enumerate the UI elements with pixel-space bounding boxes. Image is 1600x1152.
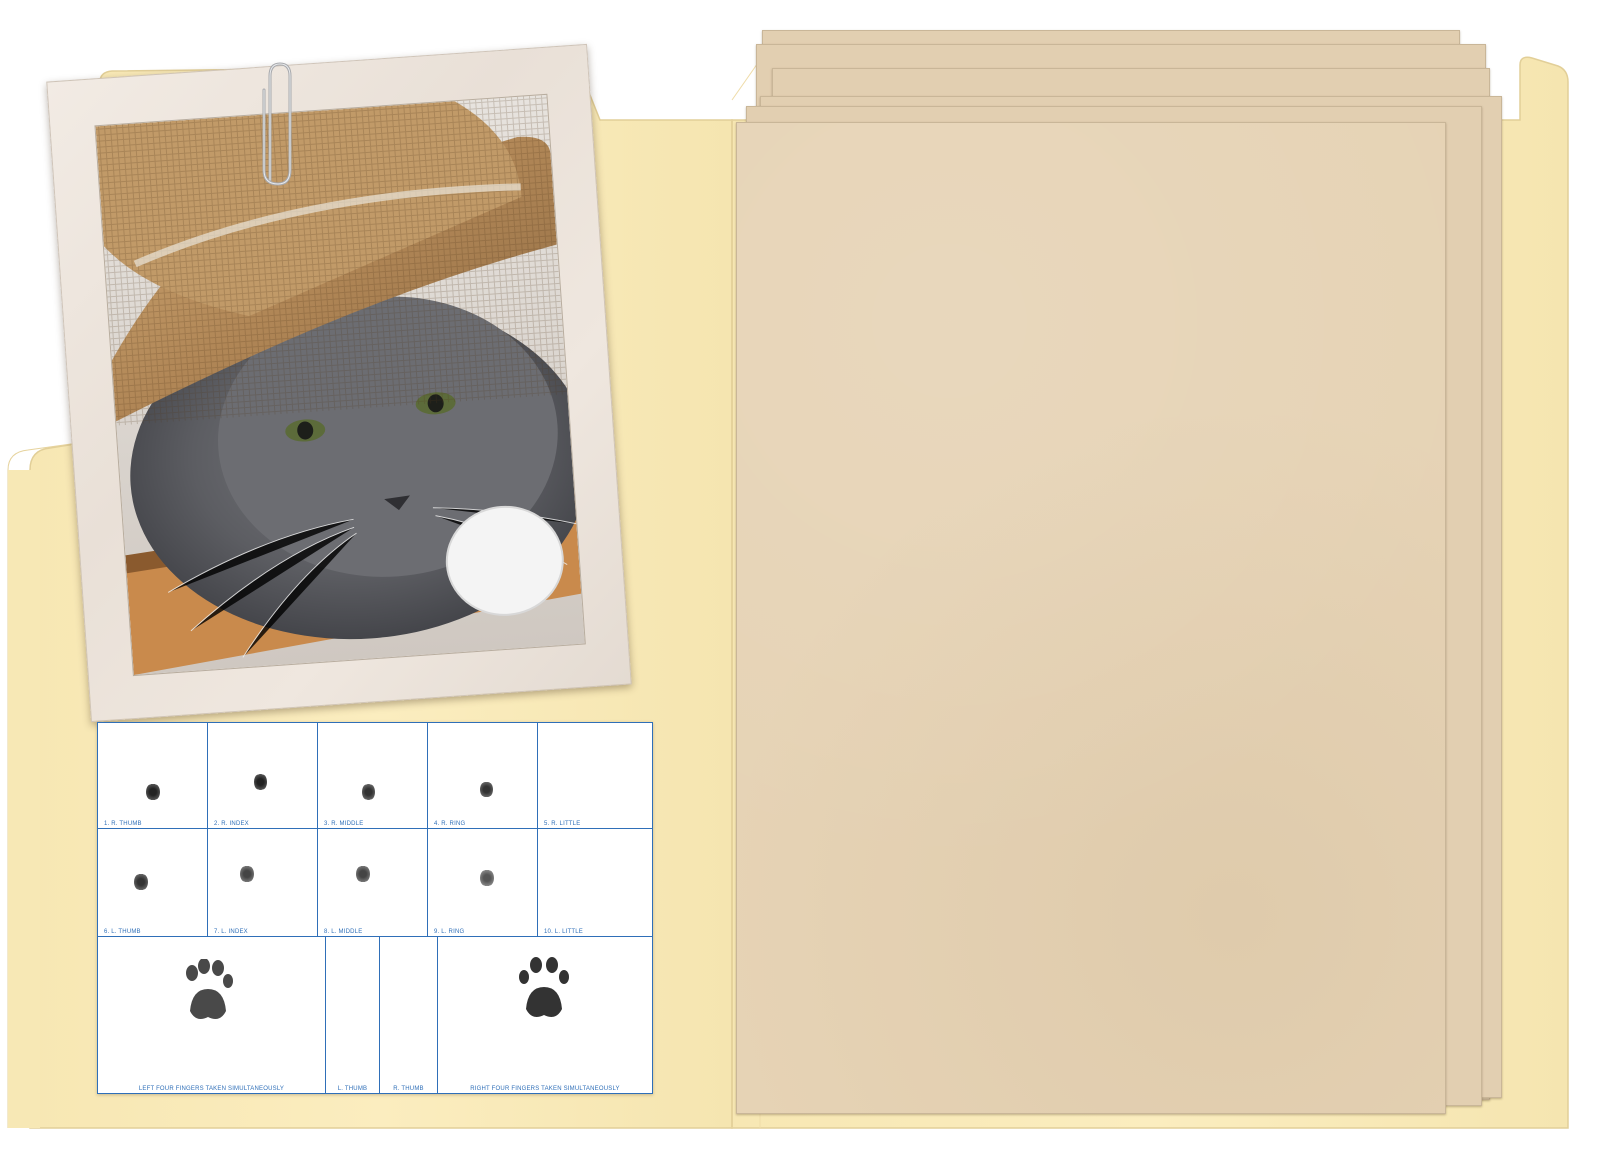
cell-label: R. THUMB <box>393 1086 424 1092</box>
cat-photo <box>94 93 586 677</box>
fingerprint-mark <box>254 773 267 791</box>
cell-label: 10. L. LITTLE <box>544 929 583 935</box>
fingerprint-cell-r-little: 5. R. LITTLE <box>538 723 652 829</box>
fingerprint-card: 1. R. THUMB 2. R. INDEX 3. R. MIDDLE 4. … <box>97 722 653 1094</box>
cell-label: 5. R. LITTLE <box>544 821 581 827</box>
cell-label: L. THUMB <box>337 1086 368 1092</box>
fingerprint-cell-r-thumb: 1. R. THUMB <box>98 723 208 829</box>
cell-label: 7. L. INDEX <box>214 929 248 935</box>
fingerprint-cell-l-ring: 9. L. RING <box>428 829 538 937</box>
cell-label: 3. R. MIDDLE <box>324 821 364 827</box>
paw-print-icon <box>519 957 569 1017</box>
cell-label: 8. L. MIDDLE <box>324 929 363 935</box>
fingerprint-mark <box>362 783 375 801</box>
cat-photo-polaroid <box>46 43 632 723</box>
cell-label: 2. R. INDEX <box>214 821 249 827</box>
fingerprint-mark <box>480 869 494 887</box>
fingerprint-mark <box>146 783 160 801</box>
paper-sheet-top <box>736 122 1446 1114</box>
cell-label: LEFT FOUR FINGERS TAKEN SIMULTANEOUSLY <box>138 1086 285 1092</box>
fingerprint-cell-l-little: 10. L. LITTLE <box>538 829 652 937</box>
fingerprint-cell-r-thumb-simul: R. THUMB <box>380 937 438 1093</box>
cell-label: 4. R. RING <box>434 821 466 827</box>
fingerprint-cell-r-ring: 4. R. RING <box>428 723 538 829</box>
paw-print-icon <box>186 959 233 1019</box>
cell-label: 1. R. THUMB <box>104 821 142 827</box>
fingerprint-cell-right-four: RIGHT FOUR FINGERS TAKEN SIMULTANEOUSLY <box>438 937 652 1093</box>
fingerprint-mark <box>356 865 370 883</box>
fingerprint-mark <box>480 781 493 798</box>
fingerprint-cell-r-middle: 3. R. MIDDLE <box>318 723 428 829</box>
scene: 1. R. THUMB 2. R. INDEX 3. R. MIDDLE 4. … <box>0 0 1600 1152</box>
fingerprint-cell-l-thumb-simul: L. THUMB <box>326 937 380 1093</box>
fingerprint-cell-l-thumb: 6. L. THUMB <box>98 829 208 937</box>
cell-label: RIGHT FOUR FINGERS TAKEN SIMULTANEOUSLY <box>470 1086 620 1092</box>
fingerprint-cell-l-index: 7. L. INDEX <box>208 829 318 937</box>
paperclip-icon <box>262 62 292 186</box>
fingerprint-mark <box>240 865 254 883</box>
cell-label: 9. L. RING <box>434 929 465 935</box>
cell-label: 6. L. THUMB <box>104 929 141 935</box>
fingerprint-mark <box>134 873 148 891</box>
fingerprint-cell-l-middle: 8. L. MIDDLE <box>318 829 428 937</box>
fingerprint-cell-left-four: LEFT FOUR FINGERS TAKEN SIMULTANEOUSLY <box>98 937 326 1093</box>
fingerprint-cell-r-index: 2. R. INDEX <box>208 723 318 829</box>
